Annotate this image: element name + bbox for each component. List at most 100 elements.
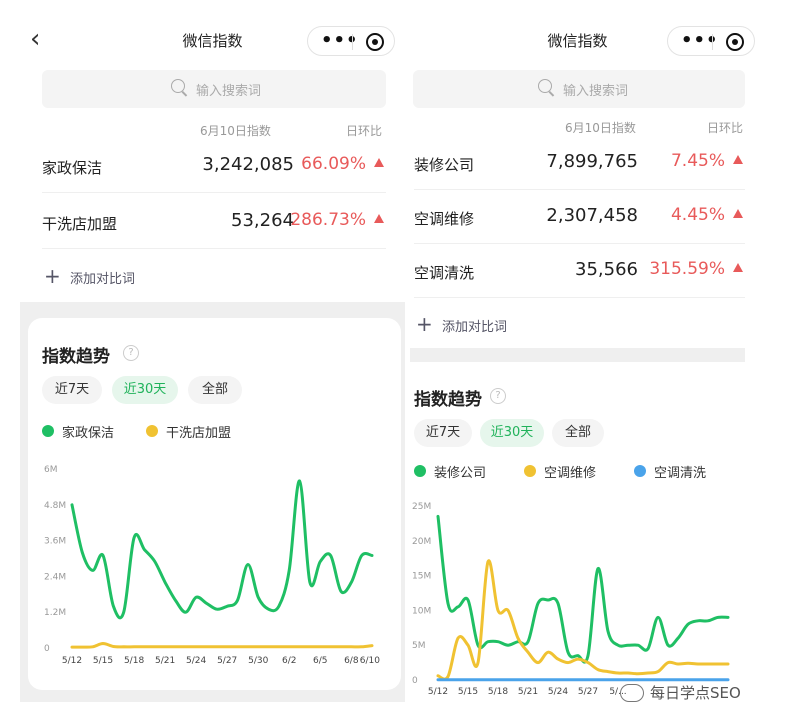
up-arrow-icon xyxy=(733,155,743,164)
add-compare-label: 添加对比词 xyxy=(442,320,508,335)
y-tick-label: 0 xyxy=(412,676,418,686)
legend-label: 装修公司 xyxy=(434,466,487,481)
capsule-divider xyxy=(712,34,713,50)
search-bar[interactable]: 输入搜索词 xyxy=(413,70,745,108)
x-tick-label: 5/18 xyxy=(124,656,144,666)
keyword-row[interactable]: 空调清洗 35,566 315.59% xyxy=(414,245,745,298)
x-tick-label: 5/24 xyxy=(186,656,206,666)
range-7d-tab[interactable]: 近7天 xyxy=(414,419,472,447)
y-tick-label: 25M xyxy=(412,502,431,512)
keyword-label: 空调维修 xyxy=(414,210,475,228)
y-tick-label: 5M xyxy=(412,641,426,651)
up-arrow-icon xyxy=(374,214,384,223)
change-percent: 315.59% xyxy=(649,259,725,279)
y-tick-label: 0 xyxy=(44,644,50,654)
add-compare-label: 添加对比词 xyxy=(70,272,136,287)
index-value: 53,264 xyxy=(231,210,294,231)
help-icon[interactable]: ? xyxy=(490,388,506,404)
x-tick-label: 5/18 xyxy=(488,687,508,697)
x-tick-label: 6/2 xyxy=(282,656,296,666)
date-index-header: 6月10日指数 xyxy=(200,124,271,138)
index-value: 35,566 xyxy=(575,259,638,280)
legend-dot xyxy=(524,465,536,477)
x-tick-label: 5/27 xyxy=(217,656,237,666)
keyword-row[interactable]: 干洗店加盟 53,264 286.73% xyxy=(42,196,386,249)
y-tick-label: 1.2M xyxy=(44,608,66,618)
x-tick-label: 5/12 xyxy=(62,656,82,666)
mini-program-capsule[interactable]: ••• xyxy=(307,26,395,56)
ratio-header: 日环比 xyxy=(707,121,744,135)
plus-icon: + xyxy=(416,312,433,336)
x-tick-label: 5/12 xyxy=(428,687,448,697)
y-tick-label: 15M xyxy=(412,572,431,582)
trend-title: 指数趋势 xyxy=(42,347,110,367)
legend-dot xyxy=(414,465,426,477)
keyword-row[interactable]: 空调维修 2,307,458 4.45% xyxy=(414,191,745,244)
nav-bar: ‹ 微信指数 ••• xyxy=(20,22,405,58)
x-tick-label: 6/8 xyxy=(344,656,359,666)
change-percent: 66.09% xyxy=(301,154,366,174)
range-all-tab[interactable]: 全部 xyxy=(188,376,242,404)
section-divider xyxy=(410,348,745,362)
keyword-label: 干洗店加盟 xyxy=(42,215,118,233)
legend-dot xyxy=(146,425,158,437)
add-compare-button[interactable]: + 添加对比词 xyxy=(416,312,616,336)
change-percent: 286.73% xyxy=(290,210,366,230)
x-tick-label: 5/30 xyxy=(248,656,268,666)
keyword-row[interactable]: 家政保洁 3,242,085 66.09% xyxy=(42,140,386,193)
ratio-header: 日环比 xyxy=(346,124,383,138)
mini-program-capsule[interactable]: ••• xyxy=(667,26,755,56)
date-index-header: 6月10日指数 xyxy=(565,121,636,135)
search-icon xyxy=(171,79,185,93)
range-7d-tab[interactable]: 近7天 xyxy=(42,376,102,404)
y-tick-label: 2.4M xyxy=(44,572,66,582)
plus-icon: + xyxy=(44,264,61,288)
legend-label: 家政保洁 xyxy=(62,426,115,441)
range-30d-tab[interactable]: 近30天 xyxy=(112,376,178,404)
change-percent: 7.45% xyxy=(670,151,725,171)
watermark-text: 每日学点SEO xyxy=(650,684,741,702)
keyword-row[interactable]: 装修公司 7,899,765 7.45% xyxy=(414,137,745,190)
help-icon[interactable]: ? xyxy=(123,345,139,361)
series-line xyxy=(70,641,374,649)
legend-label: 空调清洗 xyxy=(654,466,707,481)
up-arrow-icon xyxy=(733,209,743,218)
keyword-label: 家政保洁 xyxy=(42,159,103,177)
close-target-icon[interactable] xyxy=(366,33,384,51)
y-tick-label: 3.6M xyxy=(44,537,66,547)
nav-bar: 微信指数 ••• xyxy=(410,22,755,58)
close-target-icon[interactable] xyxy=(726,33,744,51)
left-phone-panel: ‹ 微信指数 ••• 输入搜索词 6月10日指数 日环比 家政保洁 3,242,… xyxy=(20,0,405,723)
search-placeholder: 输入搜索词 xyxy=(196,84,262,99)
y-tick-label: 10M xyxy=(412,606,431,616)
legend-label: 干洗店加盟 xyxy=(166,426,232,441)
trend-card: 指数趋势 ? 近7天 近30天 全部 家政保洁 干洗店加盟 6M 4.8M 3.6M… xyxy=(28,318,401,690)
legend-label: 空调维修 xyxy=(544,466,597,481)
wechat-icon xyxy=(620,684,644,702)
add-compare-button[interactable]: + 添加对比词 xyxy=(44,264,244,288)
search-bar[interactable]: 输入搜索词 xyxy=(42,70,386,108)
up-arrow-icon xyxy=(733,263,743,272)
x-tick-label: 5/27 xyxy=(578,687,598,697)
right-phone-panel: 微信指数 ••• 输入搜索词 6月10日指数 日环比 装修公司 7,899,76… xyxy=(410,0,755,723)
index-value: 3,242,085 xyxy=(202,154,294,175)
y-tick-label: 20M xyxy=(412,537,431,547)
range-30d-tab[interactable]: 近30天 xyxy=(480,419,544,447)
change-percent: 4.45% xyxy=(670,205,725,225)
search-placeholder: 输入搜索词 xyxy=(563,84,629,99)
keyword-label: 空调清洗 xyxy=(414,264,475,282)
series-line xyxy=(70,479,374,620)
x-tick-label: 5/24 xyxy=(548,687,568,697)
series-line xyxy=(436,559,730,681)
up-arrow-icon xyxy=(374,158,384,167)
legend-dot xyxy=(634,465,646,477)
x-tick-label: 5/21 xyxy=(518,687,538,697)
y-tick-label: 4.8M xyxy=(44,501,66,511)
watermark: 每日学点SEO xyxy=(620,680,780,706)
x-tick-label: 6/10 xyxy=(360,656,380,666)
index-value: 7,899,765 xyxy=(546,151,638,172)
y-tick-label: 6M xyxy=(44,465,58,475)
x-tick-label: 5/21 xyxy=(155,656,175,666)
range-all-tab[interactable]: 全部 xyxy=(552,419,604,447)
trend-chart: 6M 4.8M 3.6M 2.4M 1.2M 0 5/12 5/15 5/18 5/21 5/24 5… xyxy=(44,465,380,666)
